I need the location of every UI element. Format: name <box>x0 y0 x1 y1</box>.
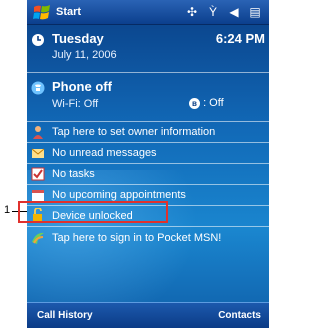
item-label: No upcoming appointments <box>52 189 186 201</box>
divider <box>27 226 269 227</box>
bluetooth-icon: ʙ <box>189 98 200 109</box>
phone-icon <box>31 81 45 95</box>
keyboard-icon[interactable]: ▤ <box>247 5 263 19</box>
antenna-off-icon[interactable]: Ỳ <box>205 5 221 19</box>
signal-icon[interactable]: ✣ <box>184 5 200 19</box>
item-label: No tasks <box>52 168 95 180</box>
day-label: Tuesday <box>52 31 104 46</box>
status-icons: ✣ Ỳ ◀ ▤ <box>184 5 263 19</box>
device-unlocked-highlight <box>18 201 168 223</box>
contacts-softkey[interactable]: Contacts <box>218 310 261 321</box>
call-history-softkey[interactable]: Call History <box>37 310 93 321</box>
title-bar: Start ✣ Ỳ ◀ ▤ <box>27 0 269 25</box>
volume-icon[interactable]: ◀ <box>226 5 242 19</box>
wifi-status: Wi-Fi: Off <box>52 98 99 110</box>
windows-start-icon[interactable] <box>33 4 51 21</box>
tasks-icon <box>31 167 45 181</box>
title-label[interactable]: Start <box>56 6 81 18</box>
messages-icon <box>31 148 45 158</box>
phone-status-row[interactable]: Phone off Wi-Fi: Off ʙ : Off <box>27 77 269 117</box>
date-time-row[interactable]: Tuesday July 11, 2006 6:24 PM <box>27 28 269 68</box>
divider <box>27 72 269 73</box>
list-item-messages[interactable]: No unread messages <box>27 143 269 163</box>
phone-status: Phone off <box>52 79 112 94</box>
msn-icon <box>32 232 44 244</box>
list-item-tasks[interactable]: No tasks <box>27 164 269 184</box>
softkey-bar: Call History Contacts <box>27 302 269 328</box>
time-label: 6:24 PM <box>215 31 265 46</box>
callout-number: 1 <box>4 204 11 216</box>
pocket-pc-screen: Start ✣ Ỳ ◀ ▤ Tuesday July 11, 2006 6:24… <box>27 0 269 328</box>
item-label: Tap here to set owner information <box>52 126 216 138</box>
calendar-icon <box>32 190 44 201</box>
item-label: No unread messages <box>52 147 157 159</box>
bluetooth-label: : Off <box>203 97 224 109</box>
date-label: July 11, 2006 <box>52 49 117 61</box>
bluetooth-status: ʙ : Off <box>189 97 224 109</box>
item-label: Tap here to sign in to Pocket MSN! <box>52 232 222 244</box>
owner-icon <box>33 126 43 139</box>
list-item-msn[interactable]: Tap here to sign in to Pocket MSN! <box>27 228 269 248</box>
clock-icon <box>32 34 44 46</box>
list-item-owner[interactable]: Tap here to set owner information <box>27 122 269 142</box>
